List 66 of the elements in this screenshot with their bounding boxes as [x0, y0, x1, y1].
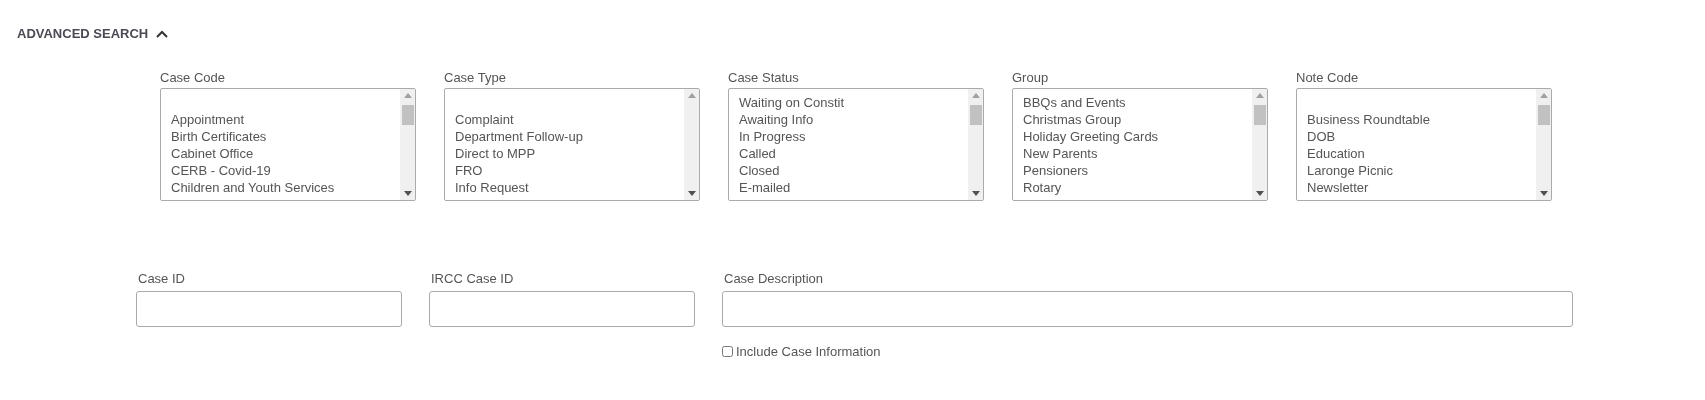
scrollbar-thumb[interactable]: [969, 104, 982, 125]
list-option[interactable]: Children and Youth Services: [171, 179, 400, 196]
scroll-up-icon[interactable]: [687, 93, 696, 98]
list-option[interactable]: DOB: [1307, 128, 1536, 145]
listbox[interactable]: Waiting on Constit Awaiting Info In Progress Called Closed E-mailed: [728, 88, 984, 201]
scroll-down-icon[interactable]: [687, 191, 696, 196]
list-option[interactable]: Direct to MPP: [455, 145, 684, 162]
field-label: IRCC Case ID: [430, 270, 515, 288]
list-option[interactable]: E-mailed: [739, 179, 968, 196]
list-option[interactable]: New Parents: [1023, 145, 1252, 162]
scroll-down-icon[interactable]: [1255, 191, 1264, 196]
list-option[interactable]: Christmas Group: [1023, 111, 1252, 128]
scrollbar-thumb[interactable]: [1537, 104, 1550, 125]
list-option[interactable]: Waiting on Constit: [739, 94, 968, 111]
field-label: Case Description: [723, 270, 824, 288]
listbox[interactable]: BBQs and Events Christmas Group Holiday Greeting Cards New Parents Pensioners Rotary: [1012, 88, 1268, 201]
scroll-up-icon[interactable]: [403, 93, 412, 98]
field-label: Case ID: [137, 270, 186, 288]
scrollbar[interactable]: [400, 89, 415, 200]
scrollbar[interactable]: [968, 89, 983, 200]
scrollbar[interactable]: [1252, 89, 1267, 200]
list-option[interactable]: Complaint: [455, 111, 684, 128]
listbox[interactable]: Complaint Department Follow-up Direct to MPP FRO Info Request: [444, 88, 700, 201]
checkbox[interactable]: [722, 346, 733, 358]
list-option[interactable]: Cabinet Office: [171, 145, 400, 162]
input-field[interactable]: [136, 291, 402, 327]
list-option[interactable]: Education: [1307, 145, 1536, 162]
list-option[interactable]: Appointment: [171, 111, 400, 128]
scroll-down-icon[interactable]: [403, 191, 412, 196]
list-option[interactable]: CERB - Covid-19: [171, 162, 400, 179]
scroll-down-icon[interactable]: [971, 191, 980, 196]
scrollbar[interactable]: [1536, 89, 1551, 200]
input-field[interactable]: [429, 291, 695, 327]
list-option[interactable]: Awaiting Info: [739, 111, 968, 128]
advanced-search-toggle[interactable]: ADVANCED SEARCH: [17, 24, 169, 44]
list-option[interactable]: Holiday Greeting Cards: [1023, 128, 1252, 145]
chevron-up-icon: [156, 30, 169, 38]
field-label: Case Type: [444, 69, 507, 87]
list-option[interactable]: Rotary: [1023, 179, 1252, 196]
scroll-down-icon[interactable]: [1539, 191, 1548, 196]
list-option[interactable]: In Progress: [739, 128, 968, 145]
checkbox-label[interactable]: Include Case Information: [736, 342, 881, 362]
field-label: Group: [1012, 69, 1050, 87]
list-option[interactable]: Laronge Picnic: [1307, 162, 1536, 179]
list-option[interactable]: Pensioners: [1023, 162, 1252, 179]
list-option[interactable]: Info Request: [455, 179, 684, 196]
listbox[interactable]: Business Roundtable DOB Education Laronge Picnic Newsletter: [1296, 88, 1552, 201]
field-label: Note Code: [1296, 69, 1360, 87]
list-option[interactable]: Called: [739, 145, 968, 162]
list-option[interactable]: Birth Certificates: [171, 128, 400, 145]
field-label: Case Code: [160, 69, 227, 87]
listbox[interactable]: Appointment Birth Certificates Cabinet Office CERB - Covid-19 Children and Youth Services: [160, 88, 416, 201]
list-option[interactable]: Newsletter: [1307, 179, 1536, 196]
scroll-up-icon[interactable]: [1539, 93, 1548, 98]
scrollbar-thumb[interactable]: [1253, 104, 1266, 125]
list-option[interactable]: BBQs and Events: [1023, 94, 1252, 111]
scrollbar[interactable]: [684, 89, 699, 200]
list-option[interactable]: FRO: [455, 162, 684, 179]
scroll-up-icon[interactable]: [971, 93, 980, 98]
scrollbar-thumb[interactable]: [401, 104, 414, 125]
list-option[interactable]: Business Roundtable: [1307, 111, 1536, 128]
list-option[interactable]: Closed: [739, 162, 968, 179]
scroll-up-icon[interactable]: [1255, 93, 1264, 98]
list-option[interactable]: Department Follow-up: [455, 128, 684, 145]
field-label: Case Status: [728, 69, 800, 87]
input-field[interactable]: [722, 291, 1573, 327]
